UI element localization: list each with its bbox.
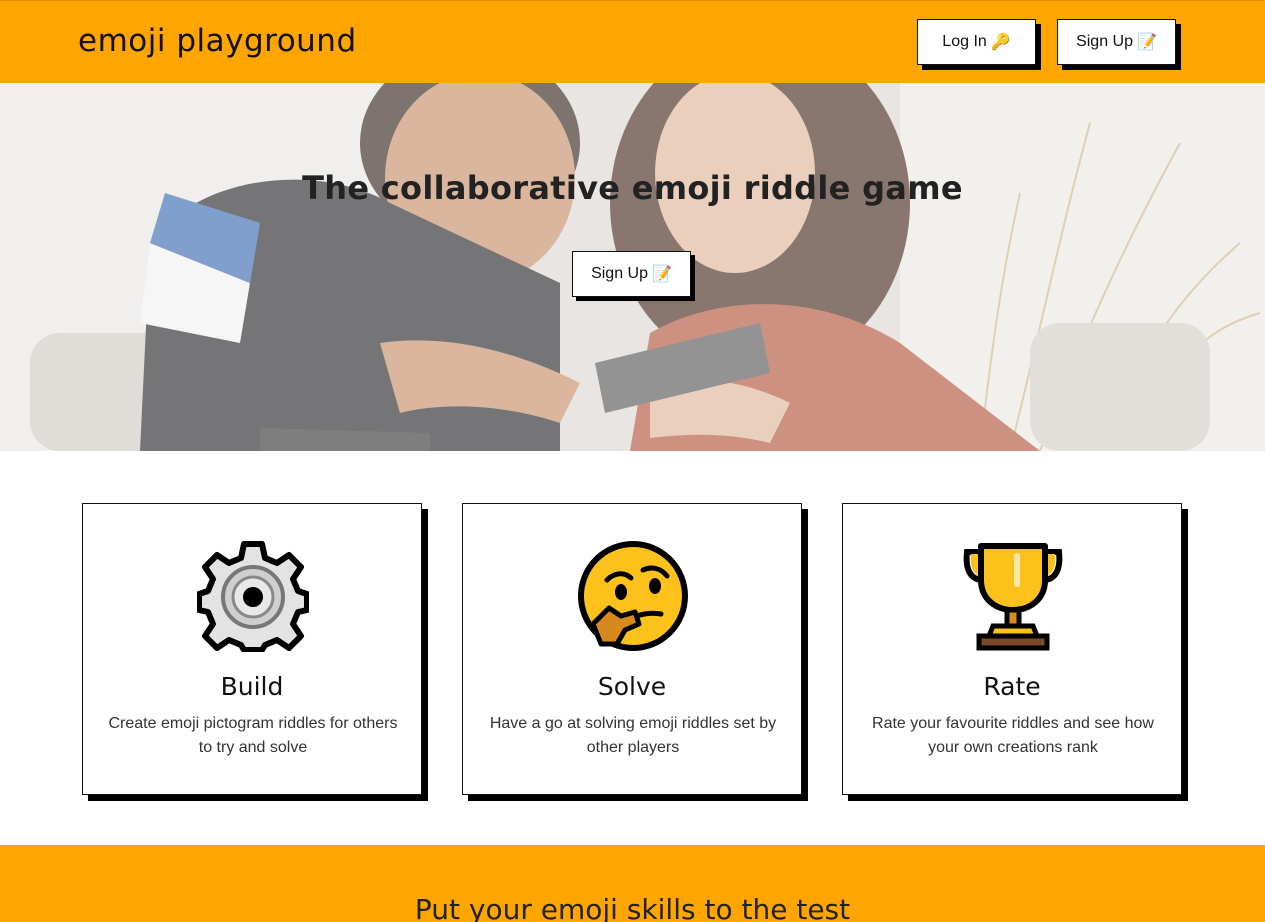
navbar: emoji playground Log In 🔑 Sign Up 📝 xyxy=(0,0,1265,83)
hero-title: The collaborative emoji riddle game xyxy=(302,169,963,207)
card-description: Rate your favourite riddles and see how … xyxy=(872,715,1154,756)
feature-card-solve: Solve Have a go at solving emoji riddles… xyxy=(462,503,802,795)
card-title: Solve xyxy=(597,672,667,701)
cta-band: Put your emoji skills to the test xyxy=(0,845,1265,922)
card-description: Have a go at solving emoji riddles set b… xyxy=(489,715,777,756)
hero-section: The collaborative emoji riddle game Sign… xyxy=(0,83,1265,451)
brand-logo[interactable]: emoji playground xyxy=(78,23,357,59)
memo-icon: 📝 xyxy=(652,266,672,283)
feature-card-rate: Rate Rate your favourite riddles and see… xyxy=(842,503,1182,795)
trophy-icon xyxy=(963,543,1063,651)
login-button[interactable]: Log In 🔑 xyxy=(917,19,1036,65)
thinking-face-icon xyxy=(578,541,688,651)
feature-card-build: Build Create emoji pictogram riddles for… xyxy=(82,503,422,795)
card-title: Build xyxy=(220,672,284,701)
signup-button[interactable]: Sign Up 📝 xyxy=(1057,19,1176,65)
gear-icon xyxy=(197,541,309,652)
hero-signup-button[interactable]: Sign Up 📝 xyxy=(572,251,691,297)
login-label: Log In xyxy=(942,33,987,50)
key-icon: 🔑 xyxy=(990,34,1011,51)
signup-label: Sign Up xyxy=(1076,33,1133,50)
band-title: Put your emoji skills to the test xyxy=(414,893,851,922)
card-description: Create emoji pictogram riddles for other… xyxy=(108,715,398,756)
memo-icon: 📝 xyxy=(1137,34,1157,51)
card-title: Rate xyxy=(983,672,1041,701)
hero-signup-label: Sign Up xyxy=(591,265,648,282)
